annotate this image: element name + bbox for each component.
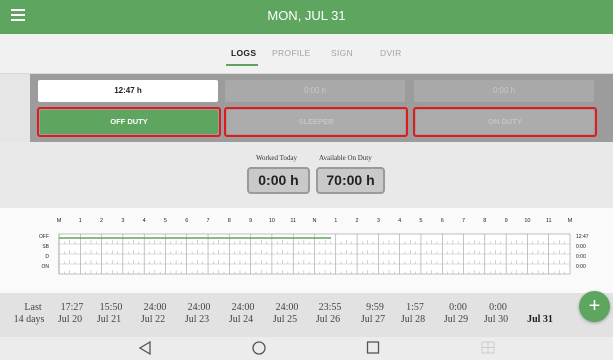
tab-profile[interactable]: PROFILE [272, 48, 310, 58]
sleeper-button[interactable]: SLEEPER [227, 110, 405, 134]
stat-date[interactable]: Jul 28 [391, 314, 435, 325]
stat-hours: 23:55 [318, 302, 342, 313]
stat-hours: Last [24, 302, 42, 313]
hour-label: 5 [164, 218, 167, 224]
hour-label: M [57, 218, 62, 224]
hour-label: 3 [377, 218, 380, 224]
on-duty-hours: 0:00 h [414, 80, 594, 102]
row-total: 0:00 [576, 254, 586, 260]
app-root: MON, JUL 31 LOGS PROFILE SIGN DVIR 12:47… [0, 0, 613, 360]
stat-date[interactable]: Jul 26 [306, 314, 350, 325]
hours-summary: Worked Today Available On Duty 0:00 h 70… [0, 142, 613, 208]
hour-label: N [313, 218, 317, 224]
stat-date[interactable]: Jul 22 [131, 314, 175, 325]
off-duty-hours: 12:47 h [38, 80, 218, 102]
row-total: 0:00 [576, 264, 586, 270]
recent-days-stats: Last 17:27 15:50 24:00 24:00 24:00 24:00 23:55 9… [0, 293, 613, 337]
tab-dvir[interactable]: DVIR [380, 48, 402, 58]
row-label: OFF [39, 234, 49, 240]
sleeper-hours: 0:00 h [225, 80, 405, 102]
stat-hours: 24:00 [187, 302, 211, 313]
stat-hours: 9:59 [366, 302, 384, 313]
hour-label: 1 [79, 218, 82, 224]
recents-square-icon[interactable] [366, 340, 380, 356]
stat-date[interactable]: Jul 31 [518, 314, 562, 325]
hour-label: 1 [334, 218, 337, 224]
row-label: D [45, 254, 49, 260]
available-on-duty-value: 70:00 h [316, 167, 385, 194]
hour-label: 10 [524, 218, 530, 224]
duty-status-panel: 12:47 h 0:00 h 0:00 h OFF DUTY SLEEPER O… [30, 74, 613, 142]
plus-icon: + [588, 295, 601, 317]
hour-label: 6 [441, 218, 444, 224]
stat-date[interactable]: Jul 23 [175, 314, 219, 325]
hour-label: 10 [269, 218, 275, 224]
stat-hours: 1:57 [406, 302, 424, 313]
active-tab-indicator [226, 64, 258, 66]
system-nav-bar [0, 337, 613, 360]
add-button[interactable]: + [579, 291, 610, 322]
stat-date[interactable]: Jul 24 [219, 314, 263, 325]
hour-label: 6 [185, 218, 188, 224]
stat-hours: 0:00 [449, 302, 467, 313]
stat-hours: 15:50 [99, 302, 123, 313]
hour-label: 2 [356, 218, 359, 224]
row-total: 0:00 [576, 244, 586, 250]
row-label: SB [42, 244, 49, 250]
stat-date[interactable]: Jul 20 [48, 314, 92, 325]
off-duty-button[interactable]: OFF DUTY [40, 110, 218, 134]
hour-label: 9 [505, 218, 508, 224]
hour-label: 7 [207, 218, 210, 224]
hour-label: 4 [143, 218, 146, 224]
hour-label: 11 [290, 218, 296, 224]
tab-sign[interactable]: SIGN [331, 48, 353, 58]
hour-label: 9 [249, 218, 252, 224]
stat-hours: 0:00 [489, 302, 507, 313]
stat-date[interactable]: Jul 21 [87, 314, 131, 325]
hour-label: 4 [398, 218, 401, 224]
row-label: ON [42, 264, 50, 270]
stat-hours: 24:00 [231, 302, 255, 313]
stat-date[interactable]: Jul 30 [474, 314, 518, 325]
tab-logs[interactable]: LOGS [231, 48, 256, 58]
stat-date[interactable]: Jul 29 [434, 314, 478, 325]
duty-log-grid: M 1 2 3 4 5 6 7 8 9 10 11 N 1 2 3 4 5 6 7 8 9 10 11 M OFF 12:47 SB 0… [0, 208, 613, 293]
hour-label: 8 [483, 218, 486, 224]
top-app-bar: MON, JUL 31 [0, 0, 613, 34]
stat-hours: 17:27 [60, 302, 84, 313]
page-title: MON, JUL 31 [267, 8, 346, 23]
duty-grid-chart: M 1 2 3 4 5 6 7 8 9 10 11 N 1 2 3 4 5 6 7 8 9 10 11 M OFF 12:47 SB 0… [39, 218, 589, 275]
row-total: 12:47 [576, 234, 589, 240]
grid-icon [481, 341, 495, 354]
hour-label: 5 [419, 218, 422, 224]
hour-label: 2 [100, 218, 103, 224]
worked-today-label: Worked Today [256, 154, 298, 162]
stat-date[interactable]: Jul 25 [263, 314, 307, 325]
home-circle-icon[interactable] [251, 340, 267, 356]
tab-bar: LOGS PROFILE SIGN DVIR [0, 34, 613, 74]
stat-date[interactable]: 14 days [7, 314, 51, 325]
hour-label: 7 [462, 218, 465, 224]
stat-date[interactable]: Jul 27 [351, 314, 395, 325]
hour-label: 11 [546, 218, 552, 224]
on-duty-button[interactable]: ON DUTY [416, 110, 594, 134]
hour-label: 8 [228, 218, 231, 224]
stat-hours: 24:00 [275, 302, 299, 313]
back-triangle-icon[interactable] [138, 340, 152, 356]
hour-label: 3 [121, 218, 124, 224]
hour-label: M [568, 218, 573, 224]
stat-hours: 24:00 [143, 302, 167, 313]
available-on-duty-label: Available On Duty [319, 154, 372, 162]
worked-today-value: 0:00 h [247, 167, 310, 194]
